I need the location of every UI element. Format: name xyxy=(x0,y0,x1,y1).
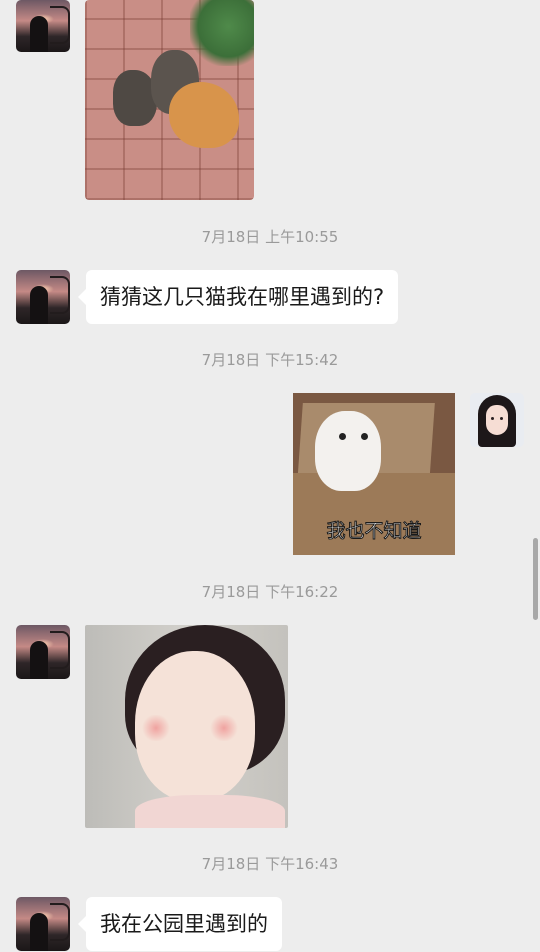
message-timestamp: 7月18日 下午15:42 xyxy=(201,351,339,369)
avatar-face xyxy=(486,405,508,435)
cat-box-sticker-message[interactable]: 我也不知道 xyxy=(293,393,455,555)
sticker-baby-cheek xyxy=(209,715,239,741)
contact-avatar[interactable] xyxy=(16,625,70,679)
sticker-baby-cheek xyxy=(141,715,171,741)
sticker-white-cat xyxy=(315,411,381,491)
cats-photo-message[interactable] xyxy=(85,0,254,200)
photo-plant xyxy=(190,0,254,66)
contact-avatar[interactable] xyxy=(16,270,70,324)
chat-scrollbar[interactable] xyxy=(533,538,538,620)
avatar-figure xyxy=(30,913,48,951)
sticker-cat-eye xyxy=(361,433,368,440)
my-avatar[interactable] xyxy=(470,393,524,447)
baby-sticker-message[interactable] xyxy=(85,625,288,828)
sticker-cat-eye xyxy=(339,433,346,440)
avatar-frame xyxy=(50,903,70,941)
message-timestamp: 7月18日 上午10:55 xyxy=(201,228,339,246)
contact-avatar[interactable] xyxy=(16,0,70,52)
text-message-bubble[interactable]: 猜猜这几只猫我在哪里遇到的? xyxy=(77,270,399,324)
avatar-frame xyxy=(50,6,70,44)
text-message-bubble[interactable]: 我在公园里遇到的 xyxy=(78,897,282,951)
avatar-figure xyxy=(30,286,48,324)
message-timestamp: 7月18日 下午16:43 xyxy=(201,855,339,873)
avatar-eye xyxy=(491,417,494,420)
message-timestamp: 7月18日 下午16:22 xyxy=(201,583,339,601)
photo-orange-cat xyxy=(169,82,239,148)
contact-avatar[interactable] xyxy=(16,897,70,951)
avatar-figure xyxy=(30,641,48,679)
avatar-frame xyxy=(50,276,70,314)
sticker-caption: 我也不知道 xyxy=(326,520,422,543)
avatar-frame xyxy=(50,631,70,669)
avatar-figure xyxy=(30,16,48,52)
avatar-eye xyxy=(500,417,503,420)
sticker-baby-shirt xyxy=(135,795,285,828)
